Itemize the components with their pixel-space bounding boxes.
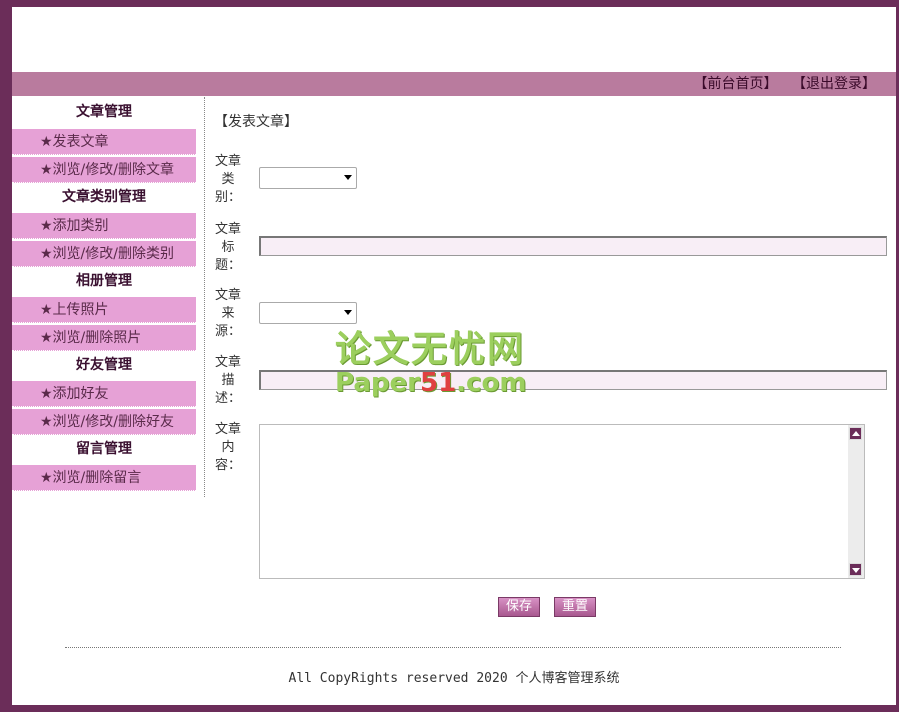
source-label: 文章来源： bbox=[214, 288, 241, 339]
body-scrollbar[interactable] bbox=[848, 425, 864, 578]
watermark-logo: 论文无忧网 Paper51.com bbox=[335, 320, 555, 400]
chevron-down-icon bbox=[344, 310, 352, 315]
watermark-line1: 论文无忧网 bbox=[335, 329, 526, 370]
footer-divider bbox=[65, 647, 841, 648]
body-textarea[interactable] bbox=[259, 424, 865, 579]
sidebar: 文章管理 ★发表文章 ★浏览/修改/删除文章 文章类别管理 ★添加类别 ★浏览/… bbox=[12, 97, 196, 491]
watermark-line2: Paper51.com bbox=[335, 368, 527, 398]
page-title: 【发表文章】 bbox=[214, 114, 298, 130]
sidebar-section-album: 相册管理 bbox=[76, 273, 132, 289]
sidebar-item-manage-friends[interactable]: ★浏览/修改/删除好友 bbox=[12, 409, 196, 435]
sidebar-divider bbox=[204, 97, 205, 497]
sidebar-section-article: 文章管理 bbox=[76, 104, 132, 120]
save-button[interactable]: 保存 bbox=[498, 597, 541, 617]
chevron-down-icon bbox=[344, 175, 352, 180]
category-label: 文章类别： bbox=[214, 154, 241, 205]
sidebar-item-post-article[interactable]: ★发表文章 bbox=[12, 129, 196, 155]
category-select[interactable] bbox=[259, 167, 357, 189]
title-input[interactable] bbox=[259, 236, 887, 256]
sidebar-item-manage-messages[interactable]: ★浏览/删除留言 bbox=[12, 465, 196, 491]
sidebar-item-upload-photo[interactable]: ★上传照片 bbox=[12, 297, 196, 323]
top-nav-bar: 【前台首页】 【退出登录】 bbox=[12, 72, 896, 96]
scroll-down-icon[interactable] bbox=[849, 563, 862, 576]
logout-link[interactable]: 【退出登录】 bbox=[792, 76, 876, 92]
header-banner bbox=[12, 7, 896, 72]
sidebar-section-messages: 留言管理 bbox=[76, 441, 132, 457]
sidebar-item-manage-categories[interactable]: ★浏览/修改/删除类别 bbox=[12, 241, 196, 267]
sidebar-section-friends: 好友管理 bbox=[76, 357, 132, 373]
scroll-up-icon[interactable] bbox=[849, 427, 862, 440]
title-label: 文章标题： bbox=[214, 222, 241, 273]
sidebar-item-add-category[interactable]: ★添加类别 bbox=[12, 213, 196, 239]
reset-button[interactable]: 重置 bbox=[554, 597, 597, 617]
body-label: 文章内容： bbox=[214, 422, 241, 473]
description-label: 文章描述： bbox=[214, 355, 241, 406]
sidebar-item-manage-articles[interactable]: ★浏览/修改/删除文章 bbox=[12, 157, 196, 183]
sidebar-item-manage-photos[interactable]: ★浏览/删除照片 bbox=[12, 325, 196, 351]
home-link[interactable]: 【前台首页】 bbox=[694, 76, 778, 92]
sidebar-item-add-friend[interactable]: ★添加好友 bbox=[12, 381, 196, 407]
footer-copyright: All CopyRights reserved 2020 个人博客管理系统 bbox=[288, 671, 620, 686]
sidebar-section-category: 文章类别管理 bbox=[62, 189, 146, 205]
